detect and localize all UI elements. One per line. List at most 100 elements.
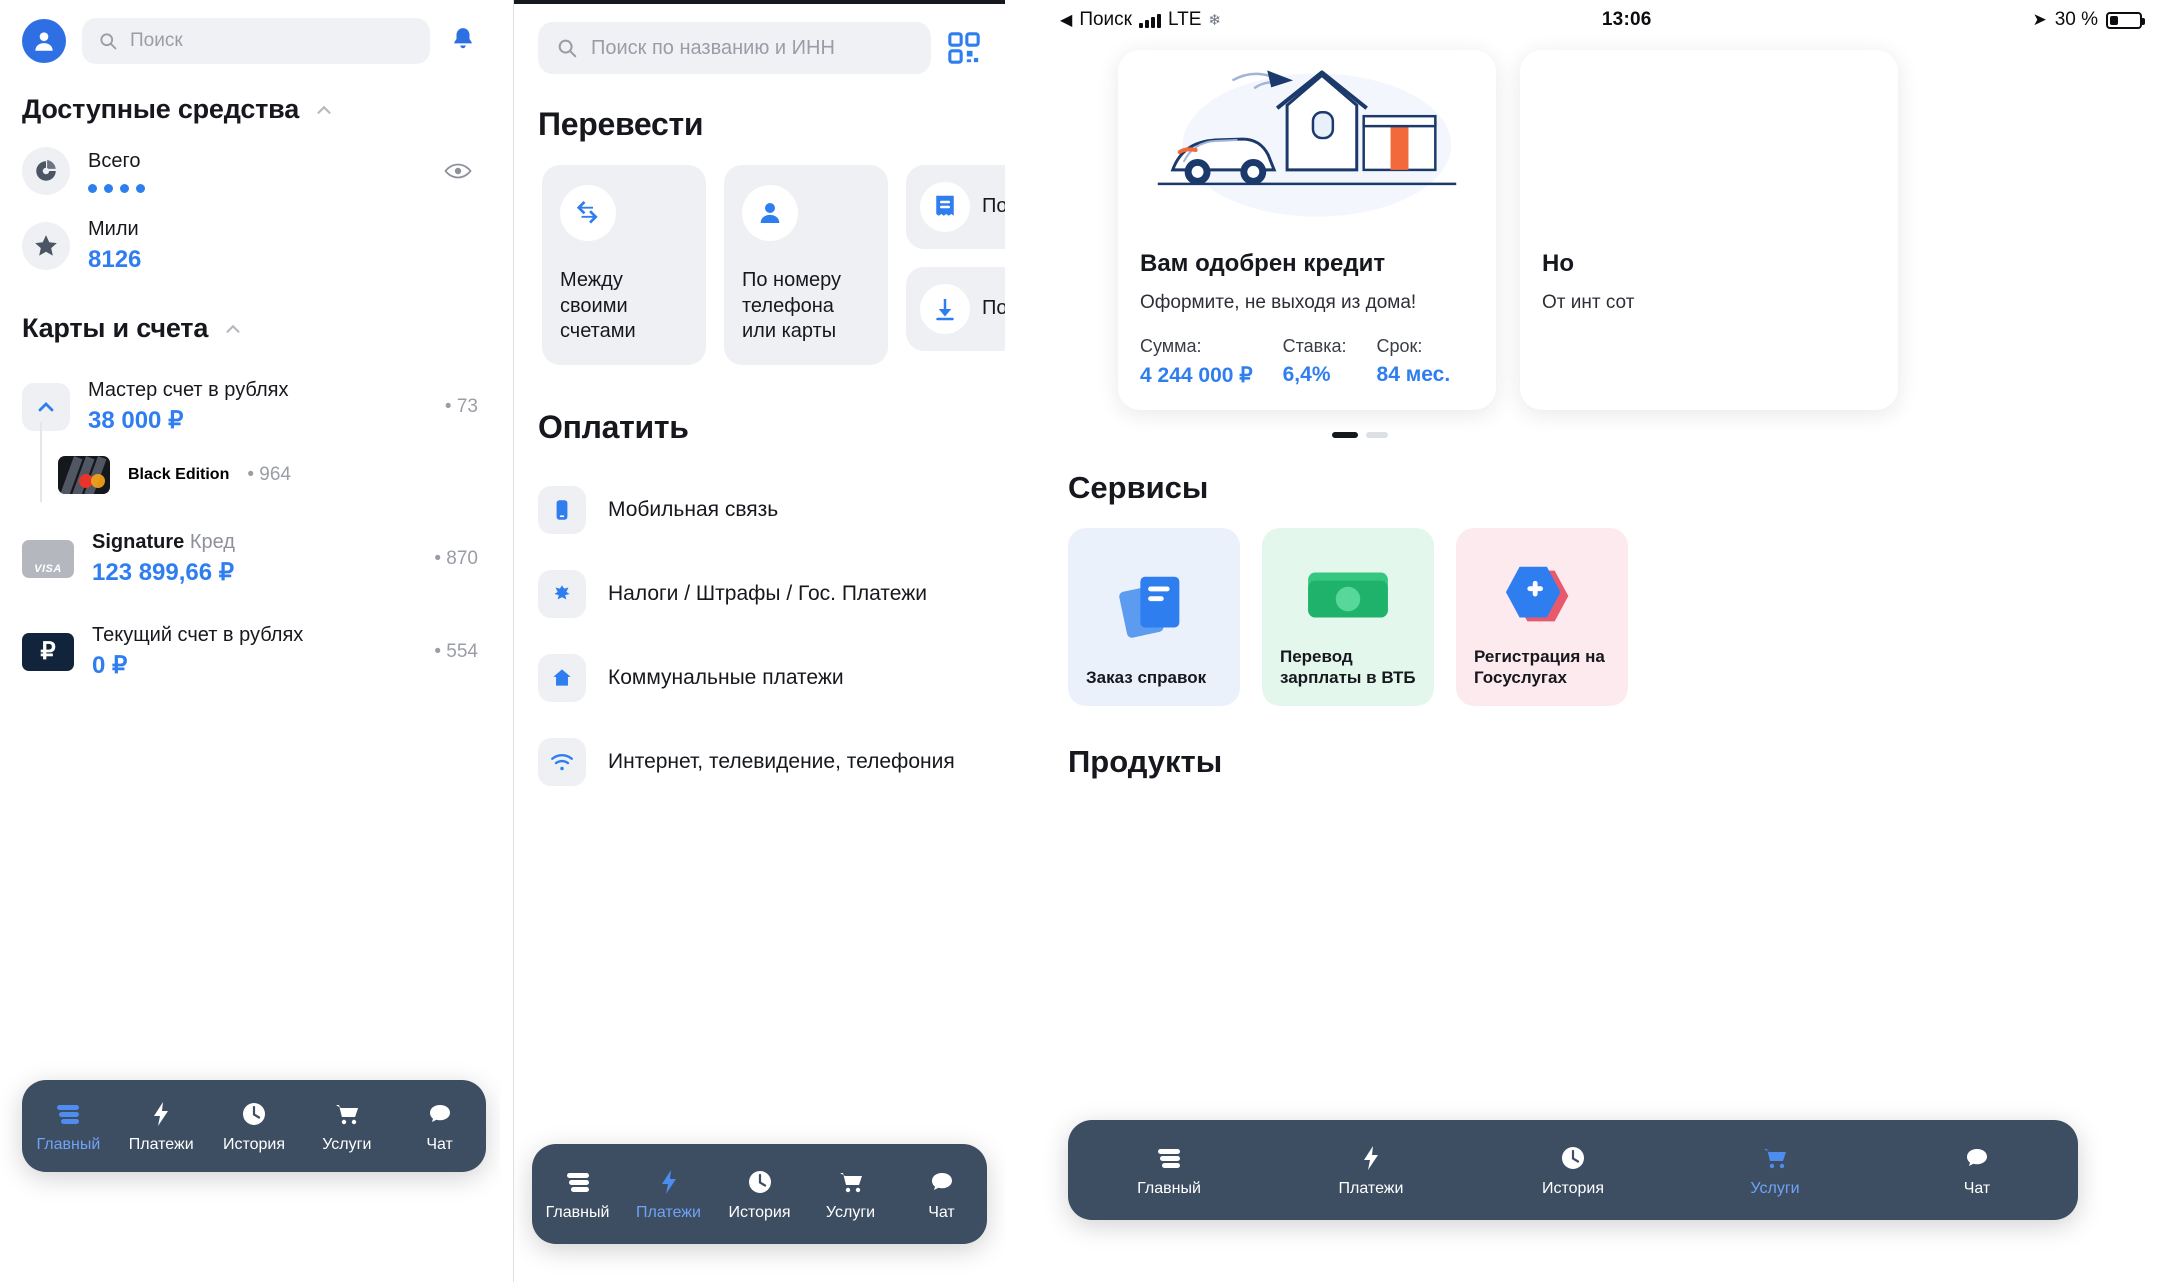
offer-params: Сумма: 4 244 000 ₽ Ставка: 6,4% Срок: 84… [1140, 336, 1474, 388]
eye-icon[interactable] [444, 161, 472, 181]
offers-carousel[interactable]: Вам одобрен кредит Оформите, не выходя и… [1010, 34, 2170, 410]
tab-chat[interactable]: Чат [896, 1167, 987, 1222]
tab-chat[interactable]: Чат [1876, 1143, 2078, 1198]
offer-param-term: Срок: 84 мес. [1377, 336, 1451, 388]
lightning-icon [1364, 1145, 1378, 1170]
account-value: 123 899,66 ₽ [92, 559, 235, 587]
tab-main[interactable]: Главный [22, 1099, 115, 1154]
card-label: Signature [92, 531, 185, 554]
tab-chat[interactable]: Чат [393, 1099, 486, 1154]
carousel-dot[interactable] [1366, 432, 1388, 438]
products-heading: Продукты [1068, 744, 1223, 779]
bottom-tabbar[interactable]: Главный Платежи История Услуги Чат [1068, 1120, 2078, 1220]
back-arrow-icon[interactable]: ◀ [1060, 10, 1072, 30]
transfer-tile-between-accounts[interactable]: Между своими счетами [542, 165, 706, 365]
miles-label: Мили [88, 218, 139, 240]
transfer-heading: Перевести [538, 106, 704, 142]
tab-services[interactable]: Услуги [300, 1099, 393, 1154]
bell-icon[interactable] [450, 26, 478, 57]
bottom-tabbar[interactable]: Главный Платежи История Услуги Чат [22, 1080, 486, 1172]
section-title: Доступные средства [22, 94, 300, 124]
clock-icon [748, 1170, 771, 1193]
transfer-tile-download[interactable]: По [906, 267, 1005, 351]
account-label: Мастер счет в рублях [88, 379, 289, 402]
tab-history[interactable]: История [208, 1099, 301, 1154]
tab-services[interactable]: Услуги [1674, 1143, 1876, 1198]
transfer-tile-invoice[interactable]: По [906, 165, 1005, 249]
phone-screen-main: Поиск Доступные средства Всего Мили 8126… [0, 0, 500, 1282]
download-icon [920, 284, 970, 334]
section-header-cards-accounts[interactable]: Карты и счета [0, 275, 500, 344]
carousel-dot-active[interactable] [1332, 432, 1358, 438]
search-icon [558, 39, 577, 58]
tab-services[interactable]: Услуги [805, 1167, 896, 1222]
search-input[interactable]: Поиск [82, 18, 430, 64]
account-row-current[interactable]: ₽ Текущий счет в рублях 0 ₽ • 554 [0, 589, 500, 681]
param-key: Ставка: [1282, 336, 1347, 356]
search-placeholder: Поиск по названию и ИНН [591, 36, 835, 59]
service-card-gosuslugi[interactable]: Регистрация на Госуслугах [1456, 528, 1628, 706]
tab-payments[interactable]: Платежи [115, 1099, 208, 1154]
search-input[interactable]: Поиск по названию и ИНН [538, 22, 931, 74]
user-avatar-icon[interactable] [22, 19, 66, 63]
section-header-available-funds[interactable]: Доступные средства [0, 64, 500, 125]
pay-item-taxes[interactable]: Налоги / Штрафы / Гос. Платежи [538, 552, 981, 636]
pay-item-internet[interactable]: Интернет, телевидение, телефония [538, 720, 981, 804]
card-label: Black Edition [128, 466, 230, 484]
carrier-label: LTE [1167, 9, 1202, 30]
funds-row-total[interactable]: Всего [0, 125, 500, 195]
services-heading: Сервисы [1068, 470, 1209, 505]
offer-card-credit[interactable]: Вам одобрен кредит Оформите, не выходя и… [1118, 50, 1496, 410]
tab-label: Услуги [825, 1203, 876, 1221]
offer-card-next[interactable]: Но От инт сот [1520, 50, 1898, 410]
location-arrow-icon: ➤ [2032, 10, 2047, 29]
account-row-black-edition[interactable]: Black Edition • 964 [0, 422, 500, 503]
tab-label: Главный [545, 1203, 610, 1221]
offer-param-rate: Ставка: 6,4% [1283, 336, 1347, 388]
chevron-up-square-icon[interactable] [22, 383, 70, 432]
tab-payments[interactable]: Платежи [623, 1167, 714, 1222]
pay-item-label: Коммунальные платежи [608, 666, 844, 689]
tab-main[interactable]: Главный [532, 1167, 623, 1222]
tab-history[interactable]: История [1472, 1143, 1674, 1198]
chevron-up-icon [317, 105, 331, 114]
tab-main[interactable]: Главный [1068, 1143, 1270, 1198]
cart-icon [1764, 1148, 1786, 1168]
param-value: 84 мес. [1376, 363, 1451, 386]
home-stack-icon [1158, 1148, 1180, 1168]
param-value: 4 244 000 ₽ [1140, 364, 1253, 387]
tab-label: Чат [928, 1203, 955, 1221]
offer-subtitle: От инт сот [1542, 292, 1635, 313]
transfer-tiles: Между своими счетами По номеру телефона … [514, 143, 1005, 365]
credit-illustration [1118, 50, 1496, 250]
offer-subtitle: Оформите, не выходя из дома! [1140, 292, 1417, 313]
lightning-icon [154, 1101, 169, 1126]
account-row-master[interactable]: Мастер счет в рублях 38 000 ₽ • 73 [0, 344, 500, 436]
service-card-certificates[interactable]: Заказ справок [1068, 528, 1240, 706]
chat-icon [1967, 1148, 1987, 1166]
transfer-tile-by-phone[interactable]: По номеру телефона или карты [724, 165, 888, 365]
account-row-signature[interactable]: VISA Signature Кред 123 899,66 ₽ • 870 [0, 494, 500, 588]
qr-code-icon[interactable] [947, 31, 981, 65]
funds-row-miles[interactable]: Мили 8126 [0, 195, 500, 275]
section-title: Карты и счета [22, 313, 209, 344]
bottom-tabbar[interactable]: Главный Платежи История Услуги Чат [532, 1144, 987, 1244]
pay-item-label: Интернет, телевидение, телефония [608, 750, 955, 773]
tab-history[interactable]: История [714, 1167, 805, 1222]
tile-label: Между своими счетами [560, 269, 636, 343]
cart-icon [335, 1104, 358, 1124]
star-icon [22, 222, 70, 271]
tab-payments[interactable]: Платежи [1270, 1143, 1472, 1198]
masked-balance [88, 184, 426, 193]
mobile-phone-icon [538, 486, 586, 534]
tab-label: История [1541, 1179, 1605, 1197]
battery-icon [2106, 11, 2145, 29]
home-icon [538, 654, 586, 702]
home-stack-icon [57, 1104, 80, 1124]
pay-item-utilities[interactable]: Коммунальные платежи [538, 636, 981, 720]
service-card-salary[interactable]: Перевод зарплаты в ВТБ [1262, 528, 1434, 706]
card-number: • 870 [434, 548, 478, 570]
pay-item-mobile[interactable]: Мобильная связь [538, 468, 981, 552]
back-label: Поиск [1079, 9, 1132, 30]
tab-label: История [728, 1203, 791, 1221]
